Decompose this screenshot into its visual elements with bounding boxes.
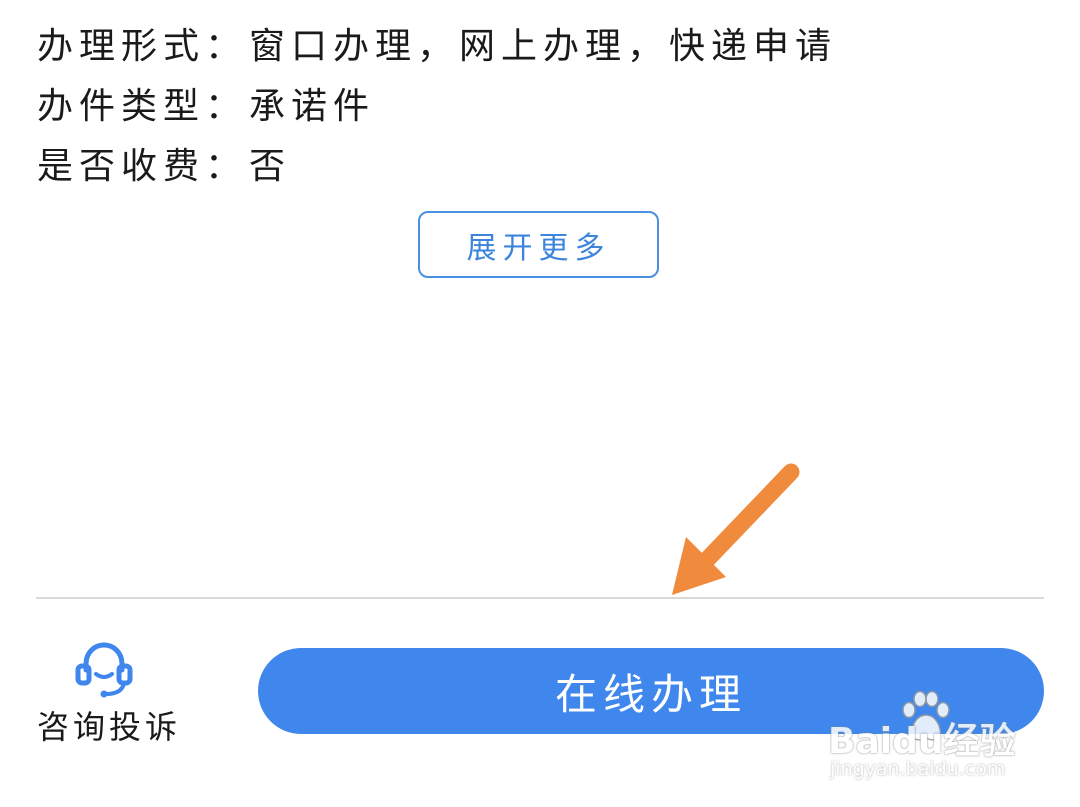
bottom-divider bbox=[36, 597, 1044, 599]
info-row-case-type: 办件类型：承诺件 bbox=[37, 82, 375, 132]
info-label: 事项类型： bbox=[37, 0, 249, 10]
headset-icon bbox=[75, 642, 133, 698]
info-label: 办件类型： bbox=[37, 86, 248, 127]
consult-complaint-button[interactable]: 咨询投诉 bbox=[30, 630, 180, 750]
watermark-brand: Baidu经验 bbox=[828, 721, 1016, 762]
info-value: 行政许可 bbox=[249, 0, 417, 10]
annotation-arrow-icon bbox=[672, 463, 800, 595]
info-label: 办理形式： bbox=[37, 26, 248, 67]
expand-more-button[interactable]: 展开更多 bbox=[418, 211, 659, 278]
info-value: 窗口办理，网上办理，快递申请 bbox=[249, 26, 838, 67]
info-row-fee: 是否收费：否 bbox=[37, 142, 291, 192]
watermark-url: jingyan.baidu.com bbox=[830, 758, 1006, 780]
baidu-watermark: Baidu经验 jingyan.baidu.com bbox=[828, 688, 1028, 788]
info-row-handling-form: 办理形式：窗口办理，网上办理，快递申请 bbox=[37, 22, 837, 72]
info-value: 否 bbox=[249, 146, 292, 187]
info-label: 是否收费： bbox=[37, 146, 248, 187]
info-value: 承诺件 bbox=[249, 86, 376, 127]
info-row-item-type: 事项类型：行政许可 bbox=[37, 0, 417, 10]
consult-label: 咨询投诉 bbox=[37, 708, 182, 746]
